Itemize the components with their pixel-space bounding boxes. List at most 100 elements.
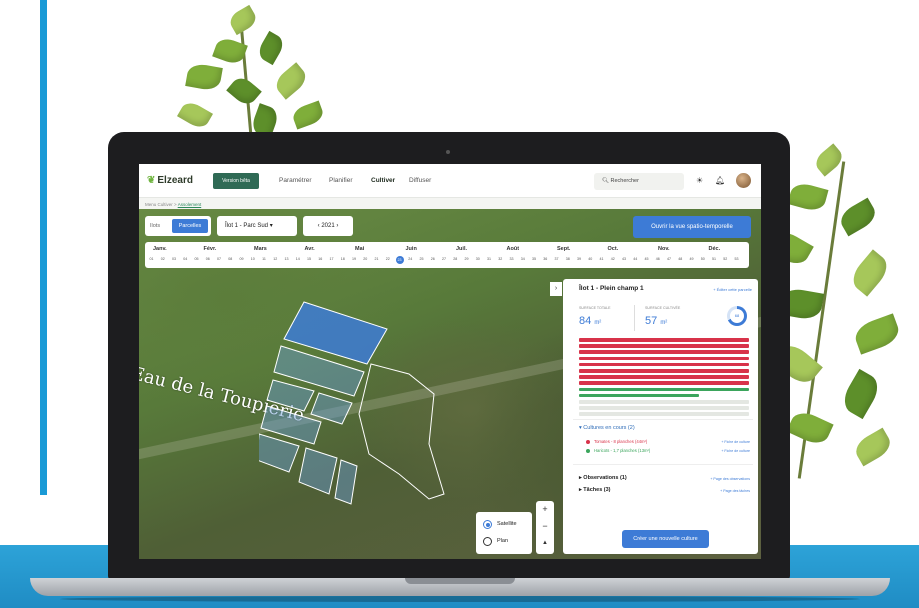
timeline-week[interactable]: 34 <box>519 257 526 261</box>
timeline-week[interactable]: 32 <box>497 257 504 261</box>
breadcrumb-current[interactable]: Assolement <box>178 202 202 207</box>
timeline-week[interactable]: 19 <box>351 257 358 261</box>
timeline-week[interactable]: 29 <box>463 257 470 261</box>
crop-tomates-link[interactable]: + Fiche de culture <box>721 440 750 444</box>
timeline-week[interactable]: 40 <box>587 257 594 261</box>
timeline-week[interactable]: 08 <box>227 257 234 261</box>
timeline-week[interactable]: 12 <box>272 257 279 261</box>
timeline-week[interactable]: 01 <box>148 257 155 261</box>
timeline-week[interactable]: 36 <box>542 257 549 261</box>
bed-bar <box>579 369 749 373</box>
nav-diffuser[interactable]: Diffuser <box>409 177 431 184</box>
timeline-week[interactable]: 45 <box>643 257 650 261</box>
timeline-week[interactable]: 11 <box>261 257 268 261</box>
avatar[interactable] <box>736 173 751 188</box>
parcel-shapes[interactable] <box>259 294 459 514</box>
timeline-week[interactable]: 51 <box>711 257 718 261</box>
cultures-section-title[interactable]: ▾ Cultures en cours (2) <box>579 425 635 431</box>
timeline-week[interactable]: 21 <box>373 257 380 261</box>
timeline-week[interactable]: 10 <box>249 257 256 261</box>
timeline-week[interactable]: 50 <box>699 257 706 261</box>
timeline-week[interactable]: 03 <box>171 257 178 261</box>
timeline-week[interactable]: 31 <box>486 257 493 261</box>
timeline-week[interactable]: 24 <box>407 257 414 261</box>
timeline-week[interactable]: 42 <box>609 257 616 261</box>
timeline-week[interactable]: 27 <box>441 257 448 261</box>
timeline-week[interactable]: 18 <box>339 257 346 261</box>
timeline-week[interactable]: 02 <box>159 257 166 261</box>
timeline-month: Juil. <box>456 246 468 252</box>
timeline-week[interactable]: 22 <box>384 257 391 261</box>
timeline-week[interactable]: 17 <box>328 257 335 261</box>
timeline-week[interactable]: 25 <box>418 257 425 261</box>
timeline-week[interactable]: 20 <box>362 257 369 261</box>
timeline-week[interactable]: 04 <box>182 257 189 261</box>
timeline-week[interactable]: 43 <box>621 257 628 261</box>
panel-title: Îlot 1 - Plein champ 1 <box>579 285 644 292</box>
chevron-left-icon[interactable]: ‹ <box>318 223 320 229</box>
plan-radio[interactable] <box>483 537 492 546</box>
ilot-select[interactable]: Îlot 1 - Parc Sud ▾ <box>217 216 297 236</box>
zoom-in-button[interactable]: + <box>536 501 554 518</box>
app-logo-text: Elzeard <box>157 175 193 186</box>
timeline-week[interactable]: 13 <box>283 257 290 261</box>
satellite-radio[interactable] <box>483 520 492 529</box>
create-culture-button[interactable]: Créer une nouvelle culture <box>622 530 709 548</box>
timeline-week[interactable]: 09 <box>238 257 245 261</box>
separator <box>573 464 753 465</box>
brightness-icon[interactable]: ☀ <box>696 176 703 185</box>
timeline-week[interactable]: 53 <box>733 257 740 261</box>
timeline-week[interactable]: 06 <box>204 257 211 261</box>
timeline-week[interactable]: 52 <box>722 257 729 261</box>
bed-bar <box>579 338 749 342</box>
timeline-week[interactable]: 49 <box>688 257 695 261</box>
chevron-right-icon[interactable]: › <box>336 223 338 229</box>
observations-title-text: Observations (1) <box>583 475 627 481</box>
timeline-week[interactable]: 33 <box>508 257 515 261</box>
beta-button[interactable]: Version bêta <box>213 173 259 189</box>
breadcrumb-parent[interactable]: Menu Cultiver <box>145 202 173 207</box>
nav-cultiver[interactable]: Cultiver <box>371 177 395 184</box>
observations-link[interactable]: + Page des observations <box>710 477 750 481</box>
timeline-week-current[interactable]: 23 <box>395 256 404 264</box>
taches-link[interactable]: + Page des tâches <box>720 489 750 493</box>
timeline-week[interactable]: 37 <box>553 257 560 261</box>
taches-section-title[interactable]: ▸ Tâches (3) <box>579 487 611 493</box>
parcel-outline-large <box>358 363 445 500</box>
zoom-out-button[interactable]: − <box>536 518 554 535</box>
timeline-week[interactable]: 14 <box>294 257 301 261</box>
surface-totale-value: 84 m² <box>579 315 601 327</box>
crop-haricots-link[interactable]: + Fiche de culture <box>721 449 750 453</box>
timeline-week[interactable]: 28 <box>452 257 459 261</box>
tab-ilots[interactable]: Ilots <box>150 223 160 229</box>
app-screen: ❦ Elzeard Version bêta Paramétrer Planifi… <box>139 164 761 559</box>
app-logo[interactable]: ❦ Elzeard <box>147 175 193 186</box>
timeline-week[interactable]: 05 <box>193 257 200 261</box>
timeline-week[interactable]: 47 <box>666 257 673 261</box>
timeline-week[interactable]: 48 <box>677 257 684 261</box>
timeline-week[interactable]: 35 <box>531 257 538 261</box>
compass-icon[interactable]: ▲ <box>536 535 554 552</box>
timeline-week[interactable]: 39 <box>576 257 583 261</box>
timeline-week[interactable]: 26 <box>429 257 436 261</box>
parcel-4 <box>310 392 353 425</box>
timeline-week[interactable]: 38 <box>564 257 571 261</box>
timeline-week[interactable]: 30 <box>474 257 481 261</box>
timeline-week[interactable]: 16 <box>317 257 324 261</box>
nav-planifier[interactable]: Planifier <box>329 177 352 184</box>
timeline-week[interactable]: 44 <box>632 257 639 261</box>
search-input[interactable]: 🔍︎ Rechercher <box>594 173 684 190</box>
bed-bar <box>579 381 749 385</box>
open-spatiotemporal-button[interactable]: Ouvrir la vue spatio-temporelle <box>633 216 751 238</box>
timeline-month: Avr. <box>304 246 315 252</box>
timeline-week[interactable]: 41 <box>598 257 605 261</box>
timeline-week[interactable]: 46 <box>654 257 661 261</box>
edit-parcel-link[interactable]: + Éditer cette parcelle <box>713 287 752 292</box>
collapse-panel-button[interactable]: › <box>550 282 562 296</box>
tab-parcelles[interactable]: Parcelles <box>172 219 208 233</box>
bell-icon[interactable]: 🔔︎ <box>715 176 725 185</box>
nav-parametrer[interactable]: Paramétrer <box>279 177 312 184</box>
observations-section-title[interactable]: ▸ Observations (1) <box>579 475 627 481</box>
timeline-week[interactable]: 07 <box>216 257 223 261</box>
timeline-week[interactable]: 15 <box>306 257 313 261</box>
